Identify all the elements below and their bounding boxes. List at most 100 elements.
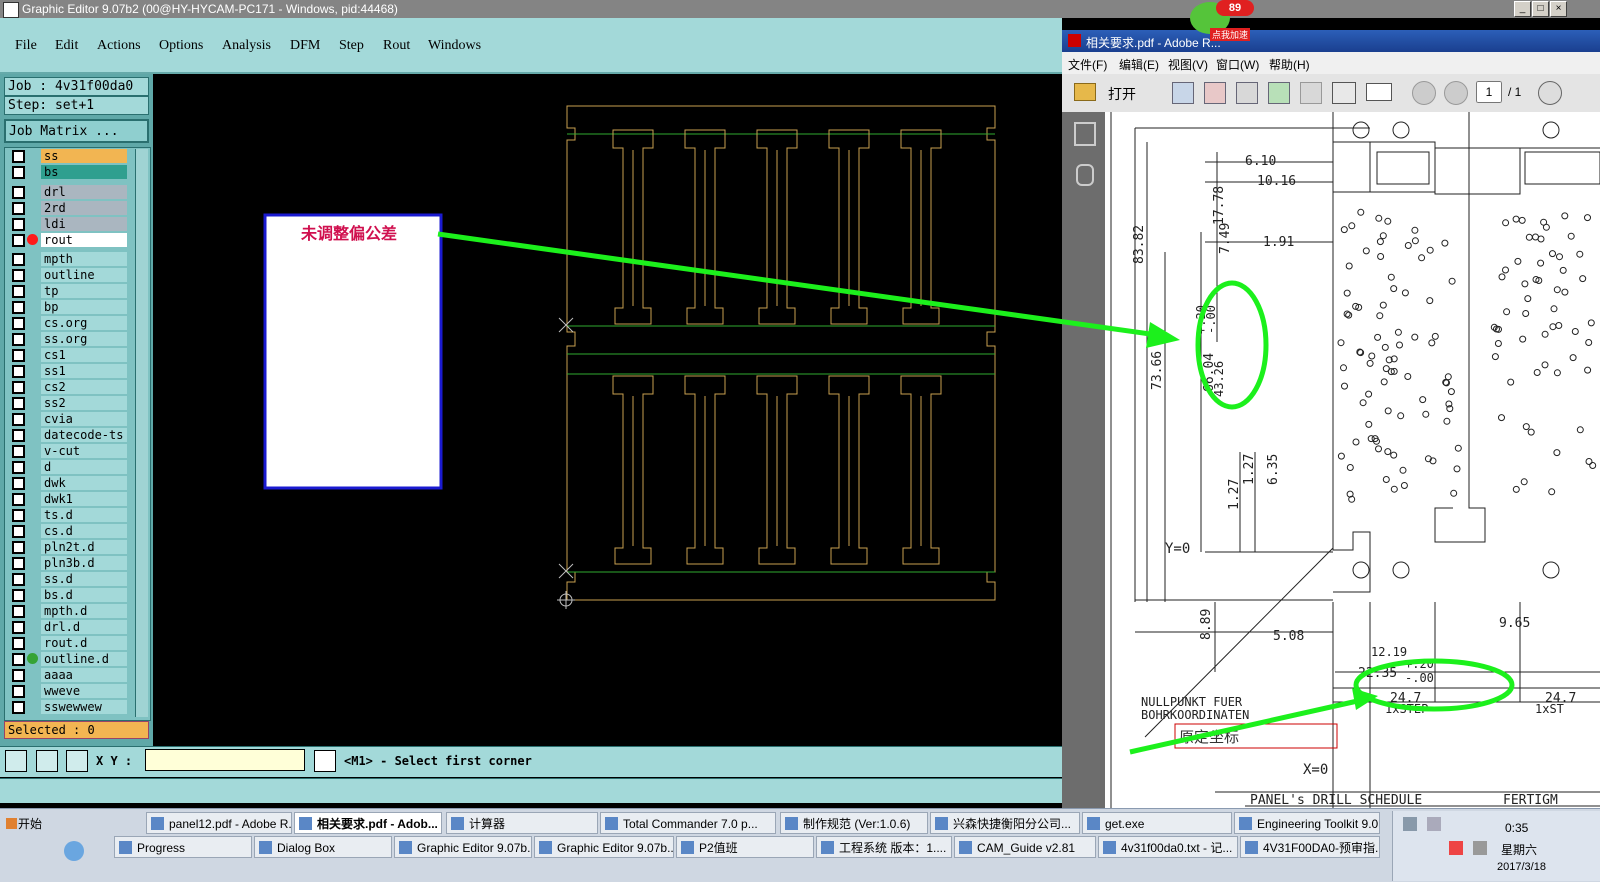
- taskbar-button[interactable]: 相关要求.pdf - Adob...: [294, 812, 442, 834]
- layer-checkbox[interactable]: [12, 269, 25, 282]
- minimize-button[interactable]: _: [1514, 1, 1531, 17]
- layer-row[interactable]: wweve: [7, 684, 127, 698]
- create-pdf-icon[interactable]: [1204, 82, 1226, 104]
- menu-options[interactable]: Options: [159, 38, 203, 54]
- layer-name[interactable]: d: [41, 460, 127, 474]
- speed-widget[interactable]: 89 点我加速: [1184, 0, 1256, 42]
- taskbar-button[interactable]: Graphic Editor 9.07b...: [394, 836, 532, 858]
- pdf-menu-window[interactable]: 窗口(W): [1216, 56, 1259, 73]
- layer-row[interactable]: ss2: [7, 396, 127, 410]
- layer-checkbox[interactable]: [12, 685, 25, 698]
- tray-icon[interactable]: [1427, 817, 1441, 831]
- pdf-menu-help[interactable]: 帮助(H): [1269, 56, 1310, 73]
- layer-row[interactable]: dwk: [7, 476, 127, 490]
- layer-row[interactable]: ts.d: [7, 508, 127, 522]
- layer-checkbox[interactable]: [12, 429, 25, 442]
- layer-row[interactable]: aaaa: [7, 668, 127, 682]
- menu-rout[interactable]: Rout: [383, 38, 410, 54]
- layer-name[interactable]: cs.d: [41, 524, 127, 538]
- open-folder-icon[interactable]: [1074, 83, 1096, 101]
- layer-row[interactable]: rout: [7, 233, 127, 247]
- layer-row[interactable]: cs.org: [7, 316, 127, 330]
- layer-name[interactable]: ss.d: [41, 572, 127, 586]
- start-button[interactable]: 开始: [4, 813, 48, 835]
- layer-name[interactable]: dwk: [41, 476, 127, 490]
- layer-checkbox[interactable]: [12, 653, 25, 666]
- taskbar-button[interactable]: Engineering Toolkit 9.0...: [1234, 812, 1380, 834]
- layer-checkbox[interactable]: [12, 493, 25, 506]
- layer-checkbox[interactable]: [12, 234, 25, 247]
- layer-name[interactable]: bp: [41, 300, 127, 314]
- layer-checkbox[interactable]: [12, 701, 25, 714]
- layer-row[interactable]: pln2t.d: [7, 540, 127, 554]
- menu-edit[interactable]: Edit: [55, 38, 78, 54]
- taskbar-button[interactable]: get.exe: [1082, 812, 1232, 834]
- layer-row[interactable]: mpth: [7, 252, 127, 266]
- layer-checkbox[interactable]: [12, 589, 25, 602]
- layer-name[interactable]: cvia: [41, 412, 127, 426]
- pages-panel-icon[interactable]: [1074, 122, 1096, 146]
- maximize-button[interactable]: □: [1532, 1, 1549, 17]
- pdf-page[interactable]: 6.10 10.16 17.78 7.49 1.91 83.82 73.66 6…: [1105, 112, 1600, 808]
- menu-windows[interactable]: Windows: [428, 38, 481, 54]
- layer-name[interactable]: sswewwew: [41, 700, 127, 714]
- layer-row[interactable]: pln3b.d: [7, 556, 127, 570]
- zoom-out-icon[interactable]: [1538, 81, 1562, 105]
- menu-actions[interactable]: Actions: [97, 38, 141, 54]
- layer-name[interactable]: drl.d: [41, 620, 127, 634]
- layer-name[interactable]: ss1: [41, 364, 127, 378]
- layer-row[interactable]: cs1: [7, 348, 127, 362]
- layer-row[interactable]: bs.d: [7, 588, 127, 602]
- layer-checkbox[interactable]: [12, 317, 25, 330]
- layer-checkbox[interactable]: [12, 477, 25, 490]
- layer-checkbox[interactable]: [12, 365, 25, 378]
- taskbar-button[interactable]: CAM_Guide v2.81: [954, 836, 1096, 858]
- prev-page-icon[interactable]: [1412, 81, 1436, 105]
- taskbar-button[interactable]: 制作规范 (Ver:1.0.6): [780, 812, 928, 834]
- layer-row[interactable]: drl: [7, 185, 127, 199]
- prompt-info-icon[interactable]: [314, 750, 336, 772]
- layer-checkbox[interactable]: [12, 333, 25, 346]
- layer-row[interactable]: cvia: [7, 412, 127, 426]
- layer-name[interactable]: mpth: [41, 252, 127, 266]
- layer-row[interactable]: 2rd: [7, 201, 127, 215]
- layer-row[interactable]: ss.org: [7, 332, 127, 346]
- layer-name[interactable]: ts.d: [41, 508, 127, 522]
- layer-checkbox[interactable]: [12, 605, 25, 618]
- layer-row[interactable]: tp: [7, 284, 127, 298]
- layer-row[interactable]: dwk1: [7, 492, 127, 506]
- measure-icon[interactable]: [36, 750, 58, 772]
- taskbar-button[interactable]: Dialog Box: [254, 836, 392, 858]
- layer-row[interactable]: outline: [7, 268, 127, 282]
- layer-name[interactable]: v-cut: [41, 444, 127, 458]
- layer-name[interactable]: pln2t.d: [41, 540, 127, 554]
- layer-row[interactable]: cs2: [7, 380, 127, 394]
- layer-row[interactable]: datecode-ts: [7, 428, 127, 442]
- layer-checkbox[interactable]: [12, 669, 25, 682]
- menu-analysis[interactable]: Analysis: [222, 38, 271, 54]
- attachments-icon[interactable]: [1076, 164, 1094, 186]
- layer-name[interactable]: cs1: [41, 348, 127, 362]
- layer-name[interactable]: tp: [41, 284, 127, 298]
- taskbar-button[interactable]: 4v31f00da0.txt - 记...: [1098, 836, 1238, 858]
- menu-file[interactable]: File: [15, 38, 37, 54]
- tray-icon[interactable]: [1449, 841, 1463, 855]
- open-button[interactable]: 打开: [1108, 84, 1136, 104]
- layer-name[interactable]: datecode-ts: [41, 428, 127, 442]
- layer-checkbox[interactable]: [12, 202, 25, 215]
- pdf-menu-edit[interactable]: 编辑(E): [1119, 56, 1159, 73]
- layer-name[interactable]: cs2: [41, 380, 127, 394]
- layer-row[interactable]: ss: [7, 149, 127, 163]
- layer-name[interactable]: pln3b.d: [41, 556, 127, 570]
- upload-icon[interactable]: [1268, 82, 1290, 104]
- layer-checkbox[interactable]: [12, 285, 25, 298]
- xy-input[interactable]: [145, 749, 305, 771]
- layer-checkbox[interactable]: [12, 509, 25, 522]
- layer-row[interactable]: cs.d: [7, 524, 127, 538]
- layer-row[interactable]: v-cut: [7, 444, 127, 458]
- layer-row[interactable]: ss1: [7, 364, 127, 378]
- layer-name[interactable]: rout: [41, 233, 127, 247]
- layer-name[interactable]: bs: [41, 165, 127, 179]
- save-icon[interactable]: [1300, 82, 1322, 104]
- layer-name[interactable]: 2rd: [41, 201, 127, 215]
